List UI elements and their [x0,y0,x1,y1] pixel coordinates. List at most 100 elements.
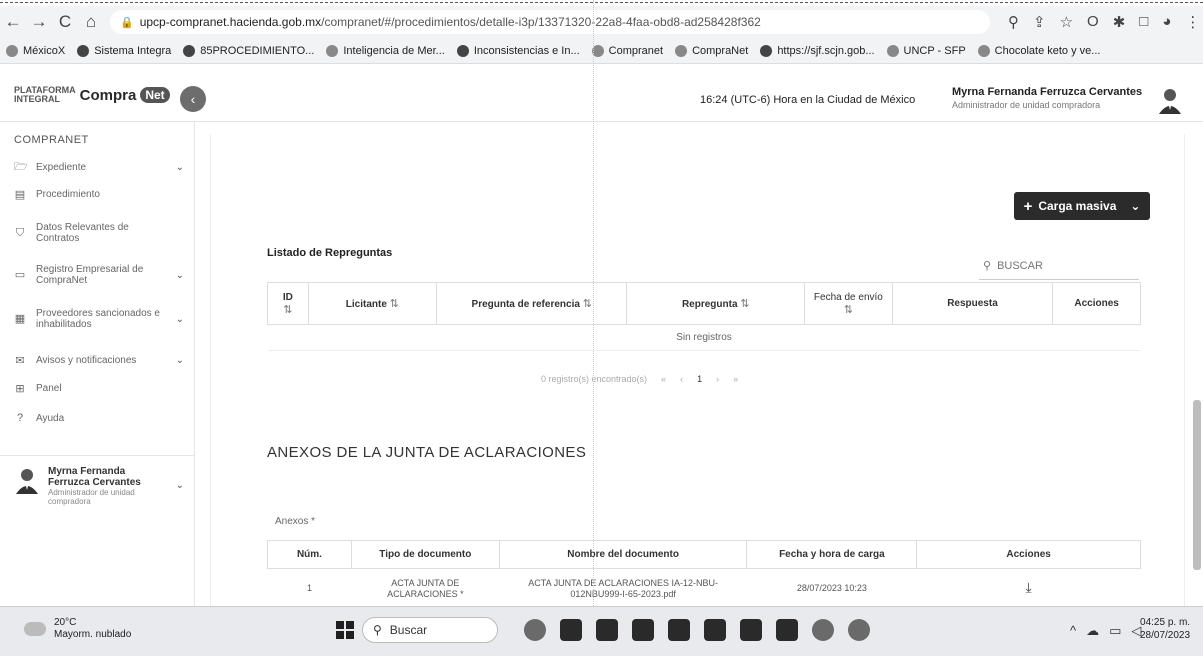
id-card-icon: ▭ [14,268,26,281]
calendar-icon: ▦ [14,312,26,325]
opera-icon[interactable]: O [1087,13,1099,31]
pagination: 0 registro(s) encontrado(s) « ‹ 1 › » [541,374,738,384]
lock-icon: 🔒 [120,16,134,29]
prev-page-icon[interactable]: ‹ [680,374,683,384]
taskbar-search[interactable]: ⚲ Buscar [362,617,498,643]
bookmark-item[interactable]: 85PROCEDIMIENTO... [183,44,314,57]
first-page-icon[interactable]: « [661,374,666,384]
carga-masiva-button[interactable]: + Carga masiva ⌄ [1014,192,1150,220]
column-header-licitante[interactable]: Licitante ⇅ [307,282,438,325]
search-input[interactable] [997,259,1118,272]
search-box[interactable]: ⚲ [979,252,1139,280]
star-icon[interactable]: ☆ [1060,13,1073,31]
sidebar-user[interactable]: Myrna Fernanda Ferruzca Cervantes Admini… [14,466,184,506]
chat-icon[interactable] [596,619,618,641]
document-icon: ▤ [14,189,26,201]
home-icon[interactable]: ⌂ [78,12,104,32]
windows-start-icon[interactable] [336,621,354,639]
column-header-fecha-carga: Fecha y hora de carga [746,540,918,569]
scan-artifact-line [593,0,594,606]
edge-icon[interactable] [848,619,870,641]
sidebar-item-panel[interactable]: ⊞ Panel [14,382,184,395]
bookmark-item[interactable]: CompraNet [675,44,748,57]
chrome-icon[interactable] [812,619,834,641]
back-icon[interactable]: ← [0,12,26,32]
chevron-down-icon: ⌄ [175,269,184,281]
scrollbar[interactable] [1193,400,1201,570]
sidebar-item-ayuda[interactable]: ? Ayuda [14,412,184,424]
column-header-respuesta: Respuesta [891,282,1054,325]
zoom-icon[interactable]: ⚲ [1008,13,1019,31]
sidebar-item-datos-relevantes[interactable]: ⛉ Datos Relevantes de Contratos [14,222,184,244]
chevron-up-icon[interactable]: ^ [1070,623,1076,639]
media-icon[interactable] [740,619,762,641]
taskbar-apps [524,619,870,641]
bing-icon[interactable] [524,619,546,641]
column-header-pregunta[interactable]: Pregunta de referencia ⇅ [436,282,628,325]
cloud-icon [24,622,46,636]
store-icon[interactable] [632,619,654,641]
column-header-num: Núm. [267,540,352,569]
chevron-down-icon: ⌄ [175,355,184,366]
bookmark-item[interactable]: Sistema Integra [77,44,171,57]
next-page-icon[interactable]: › [716,374,719,384]
column-header-id[interactable]: ID ⇅ [267,282,309,325]
grid-icon: ⊞ [15,383,25,395]
repreguntas-table: ID ⇅ Licitante ⇅ Pregunta de referencia ⇅… [267,282,1141,351]
collapse-sidebar-button[interactable]: ‹ [180,86,206,112]
bookmark-item[interactable]: MéxicoX [6,44,65,57]
column-header-repregunta[interactable]: Repregunta ⇅ [626,282,806,325]
taskbar-search-label: Buscar [389,623,428,637]
window-icon[interactable]: □ [1139,13,1148,31]
column-header-fecha[interactable]: Fecha de envío ⇅ [804,282,893,325]
sidebar-avatar [16,469,38,494]
system-tray: ^ ☁ ▭ ◁ [1070,623,1141,639]
search-icon: ⚲ [373,623,382,637]
network-icon[interactable]: ▭ [1109,623,1121,639]
last-page-icon[interactable]: » [733,374,738,384]
extensions-icon[interactable]: ✱ [1113,13,1126,31]
sidebar-item-procedimiento[interactable]: ▤ Procedimiento [14,188,184,201]
search-icon: ⚲ [983,260,992,272]
weather-widget[interactable]: 20°C Mayorm. nublado [24,617,131,641]
bookmark-item[interactable]: Inteligencia de Mer... [326,44,445,57]
app-header: PLATAFORMA INTEGRAL Compra Net ‹ 16:24 (UT… [0,64,1203,122]
sidebar-item-expediente[interactable]: 🗁 Expediente ⌄ [14,158,184,177]
url-host: upcp-compranet.hacienda.gob.mx [139,15,322,29]
header-clock: 16:24 (UTC-6) Hora en la Ciudad de Méxic… [700,94,916,106]
header-user-role: Administrador de unidad compradora [952,100,1101,110]
word-icon[interactable] [704,619,726,641]
sidebar-item-registro-empresarial[interactable]: ▭ Registro Empresarial de CompraNet ⌄ [14,264,184,286]
menu-icon[interactable]: ⋮ [1185,13,1200,31]
system-clock[interactable]: 04:25 p. m. 28/07/2023 [1140,616,1190,642]
download-icon[interactable]: ⤓ [1026,579,1032,595]
sort-icon: ⇅ [283,303,293,316]
repreguntas-title: Listado de Repreguntas [267,247,393,259]
page-number[interactable]: 1 [697,374,702,384]
share-icon[interactable]: ⇪ [1033,13,1046,31]
sidebar-item-proveedores[interactable]: ▦ Proveedores sancionados e inhabilitados… [14,308,184,330]
reload-icon[interactable]: C [52,12,78,32]
address-bar[interactable]: 🔒 upcp-compranet.hacienda.gob.mx/compran… [110,10,990,34]
user-avatar[interactable] [1157,86,1183,114]
sidebar-item-avisos[interactable]: ✉ Avisos y notificaciones ⌄ [14,354,184,367]
excel-icon[interactable] [668,619,690,641]
forward-icon[interactable]: → [26,12,52,32]
outlook-icon[interactable] [776,619,798,641]
bookmark-item[interactable]: UNCP - SFP [886,44,966,57]
weather-temp: 20°C [54,617,77,628]
chevron-down-icon: ⌄ [1130,199,1141,213]
column-header-nombre: Nombre del documento [498,540,748,569]
file-explorer-icon[interactable] [560,619,582,641]
bookmark-item[interactable]: Chocolate keto y ve... [977,44,1100,57]
sort-icon: ⇅ [740,298,750,310]
cloud-sync-icon[interactable]: ☁ [1086,623,1099,639]
profile-icon[interactable]: ◕ [1162,13,1171,31]
bookmark-item[interactable]: Inconsistencias e In... [456,44,580,57]
bookmark-item[interactable]: https://sjf.scjn.gob... [760,44,875,57]
bookmark-item[interactable]: Compranet [591,44,663,57]
cell-tipo: ACTA JUNTA DE ACLARACIONES * [387,577,464,599]
browser-toolbar: ← → C ⌂ 🔒 upcp-compranet.hacienda.gob.mx… [0,6,1203,38]
header-user-name: Myrna Fernanda Ferruzca Cervantes [952,86,1143,98]
anexos-title: ANEXOS DE LA JUNTA DE ACLARACIONES [267,444,587,461]
